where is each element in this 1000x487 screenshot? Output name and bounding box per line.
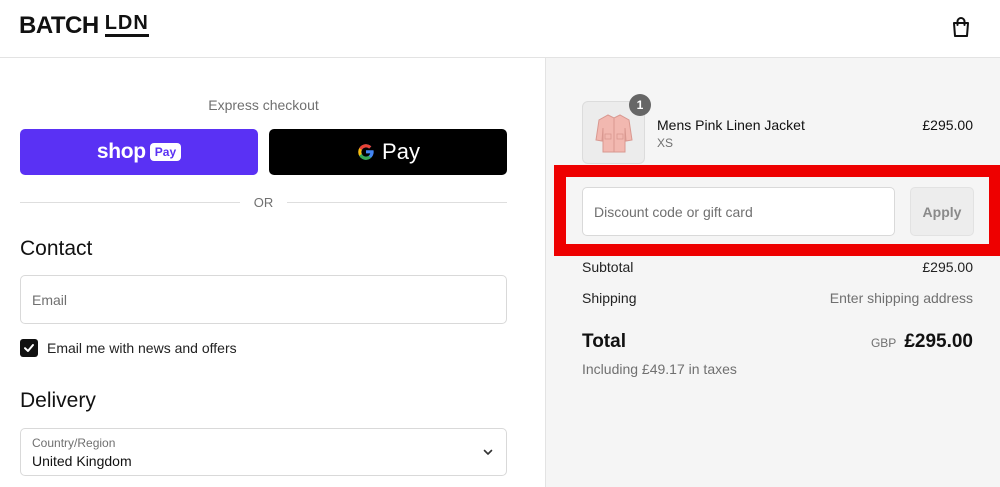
currency-code: GBP	[870, 336, 897, 350]
country-select-value: United Kingdom	[32, 453, 132, 469]
shipping-value: Enter shipping address	[829, 290, 973, 306]
express-checkout-label: Express checkout	[208, 97, 319, 113]
shipping-label: Shipping	[582, 290, 637, 306]
or-divider: OR	[20, 194, 507, 210]
google-pay-button[interactable]: Pay	[269, 129, 507, 175]
google-pay-wordmark: Pay	[382, 139, 420, 164]
shop-pay-badge: Pay	[149, 143, 182, 161]
divider-line	[20, 201, 240, 203]
total-amount: GBP £295.00	[871, 331, 973, 353]
product-price: £295.00	[922, 117, 973, 133]
divider-line	[287, 201, 507, 203]
chevron-down-icon	[483, 449, 493, 455]
apply-discount-button[interactable]: Apply	[910, 187, 974, 236]
cart-button[interactable]	[948, 14, 974, 40]
total-label: Total	[582, 331, 626, 352]
total-value: £295.00	[904, 331, 973, 352]
checkmark-icon	[24, 344, 34, 352]
shop-pay-wordmark: shop	[96, 140, 146, 163]
product-variant: XS	[657, 136, 674, 150]
taxes-note: Including £49.17 in taxes	[582, 361, 737, 377]
or-label: OR	[253, 194, 274, 210]
subtotal-value: £295.00	[922, 259, 973, 275]
discount-field-wrapper	[582, 187, 895, 236]
country-select-label: Country/Region	[32, 436, 116, 450]
country-select[interactable]: Country/Region United Kingdom	[20, 428, 507, 476]
product-name: Mens Pink Linen Jacket	[657, 117, 805, 133]
email-field[interactable]	[21, 276, 506, 323]
subtotal-label: Subtotal	[582, 259, 634, 275]
pink-jacket-thumbnail	[594, 113, 633, 152]
discount-code-input[interactable]	[583, 188, 894, 235]
email-field-wrapper	[20, 275, 507, 324]
checkout-form-panel: Express checkout shop Pay Pay OR Contact…	[0, 58, 545, 487]
header: BATCH LDN	[0, 0, 1000, 58]
shop-pay-button[interactable]: shop Pay	[20, 129, 258, 175]
shopping-bag-icon	[953, 17, 969, 37]
newsletter-label: Email me with news and offers	[47, 340, 237, 356]
contact-heading: Contact	[20, 237, 93, 260]
quantity-badge: 1	[629, 94, 651, 116]
google-g-icon	[358, 144, 374, 160]
delivery-heading: Delivery	[20, 389, 96, 412]
newsletter-checkbox[interactable]	[20, 339, 38, 357]
order-summary-panel: 1 Mens Pink Linen Jacket XS £295.00 Appl…	[545, 58, 1000, 487]
logo-main-text: BATCH	[19, 12, 99, 39]
newsletter-option[interactable]: Email me with news and offers	[20, 339, 237, 357]
logo-secondary-text: LDN	[104, 13, 149, 37]
store-logo[interactable]: BATCH LDN	[19, 12, 149, 40]
